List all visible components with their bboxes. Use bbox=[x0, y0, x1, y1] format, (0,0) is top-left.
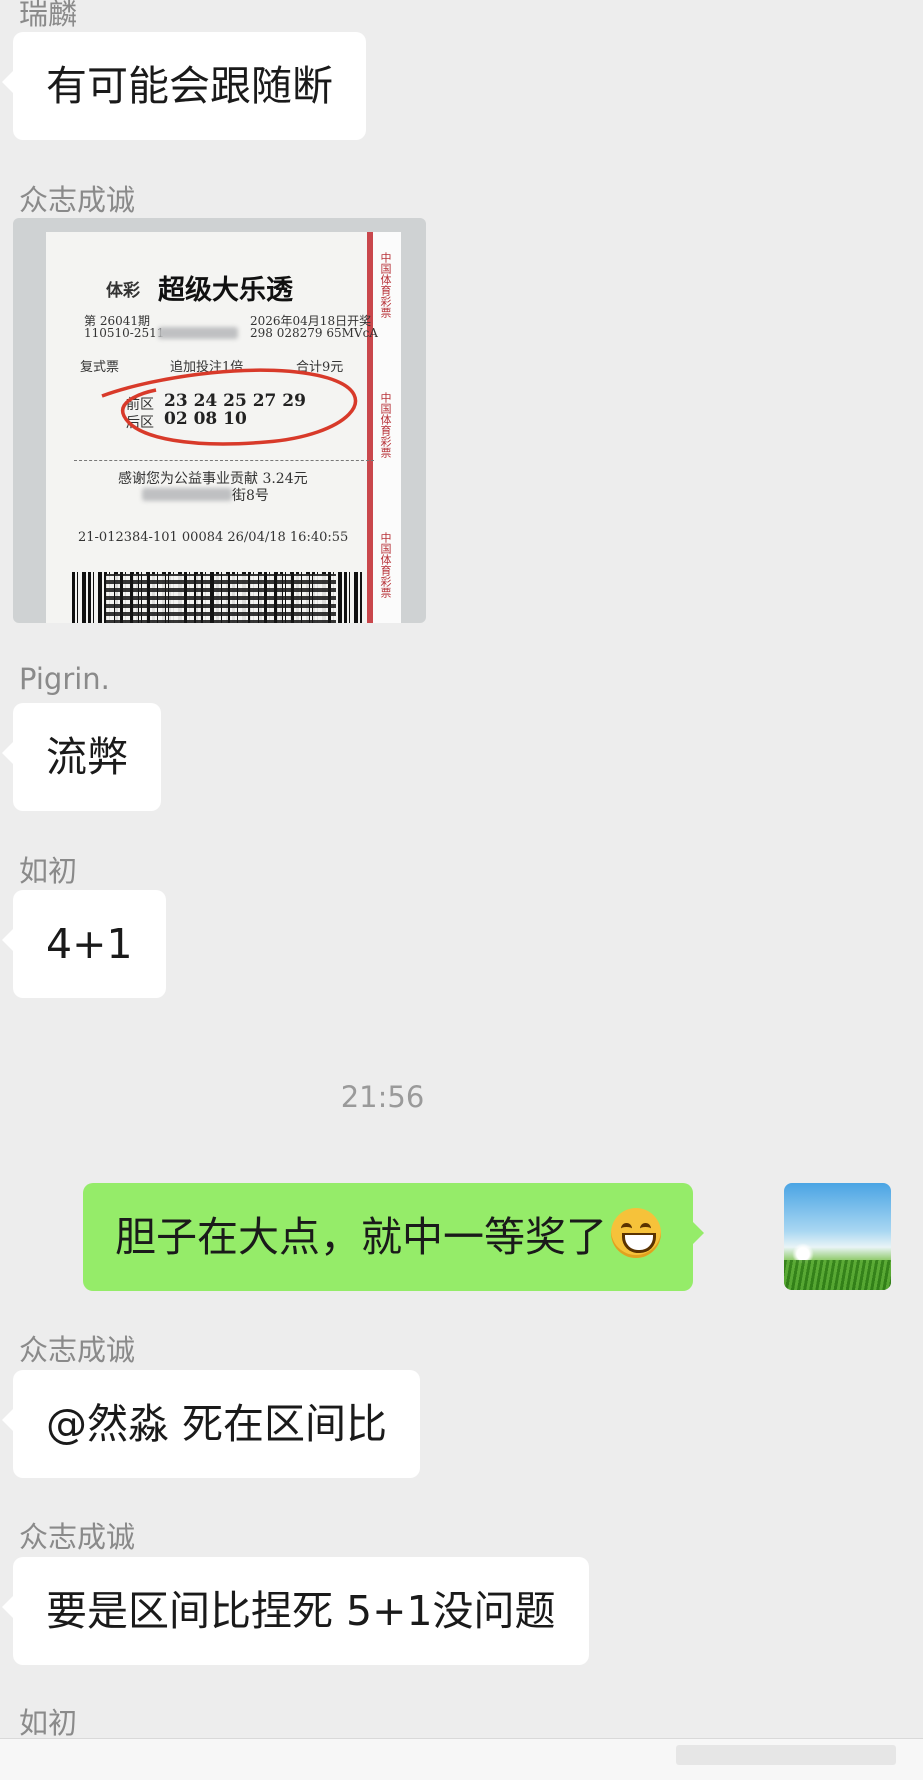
message-bubble[interactable]: 有可能会跟随断 bbox=[2, 32, 366, 140]
sender-name: 瑞麟 bbox=[19, 0, 78, 31]
message-bubble[interactable]: 4+1 bbox=[2, 890, 166, 998]
my-avatar[interactable] bbox=[784, 1183, 891, 1290]
chat-timestamp: 21:56 bbox=[340, 1080, 425, 1114]
redacted-area bbox=[142, 488, 232, 501]
watermark-area bbox=[676, 1745, 896, 1765]
grass-graphic bbox=[784, 1260, 891, 1290]
ticket-brand-small: 体彩 bbox=[106, 281, 140, 301]
grinning-face-emoji-icon bbox=[611, 1208, 661, 1258]
ticket-code: 110510-2511 bbox=[84, 326, 165, 340]
sender-name: 如初 bbox=[19, 854, 78, 888]
redacted-area bbox=[158, 327, 238, 339]
ticket-address: 街8号 bbox=[232, 488, 269, 504]
message-bubble[interactable]: @然淼 死在区间比 bbox=[1, 1370, 421, 1478]
ticket-brand: 超级大乐透 bbox=[158, 275, 293, 306]
my-message-bubble[interactable]: 胆子在大点，就中一等奖了 bbox=[83, 1183, 704, 1291]
lottery-ticket-image[interactable]: 中国体育彩票 中国体育彩票 中国体育彩票 体彩 超级大乐透 第 26041期 2… bbox=[13, 218, 426, 623]
message-bubble[interactable]: 流弊 bbox=[2, 703, 161, 811]
sender-name: 众志成诚 bbox=[19, 183, 136, 217]
sender-name: 众志成诚 bbox=[19, 1520, 136, 1554]
lottery-ticket: 中国体育彩票 中国体育彩票 中国体育彩票 体彩 超级大乐透 第 26041期 2… bbox=[46, 232, 401, 623]
sender-name: Pigrin. bbox=[19, 662, 110, 696]
sender-name: 众志成诚 bbox=[19, 1333, 136, 1367]
ticket-thanks: 感谢您为公益事业贡献 3.24元 bbox=[118, 471, 308, 487]
ticket-serial: 298 028279 65MVcA bbox=[250, 326, 378, 340]
ticket-footer: 21-012384-101 00084 26/04/18 16:40:55 bbox=[78, 530, 349, 545]
message-text: 胆子在大点，就中一等奖了 bbox=[115, 1213, 607, 1261]
ticket-side-strip: 中国体育彩票 中国体育彩票 中国体育彩票 bbox=[367, 232, 401, 623]
sender-name: 如初 bbox=[19, 1706, 78, 1740]
ticket-qr-code bbox=[106, 574, 336, 623]
ticket-divider bbox=[74, 460, 374, 461]
bottom-bar bbox=[0, 1738, 923, 1780]
message-bubble[interactable]: 要是区间比捏死 5+1没问题 bbox=[2, 1557, 589, 1665]
red-circle-annotation bbox=[101, 368, 358, 446]
